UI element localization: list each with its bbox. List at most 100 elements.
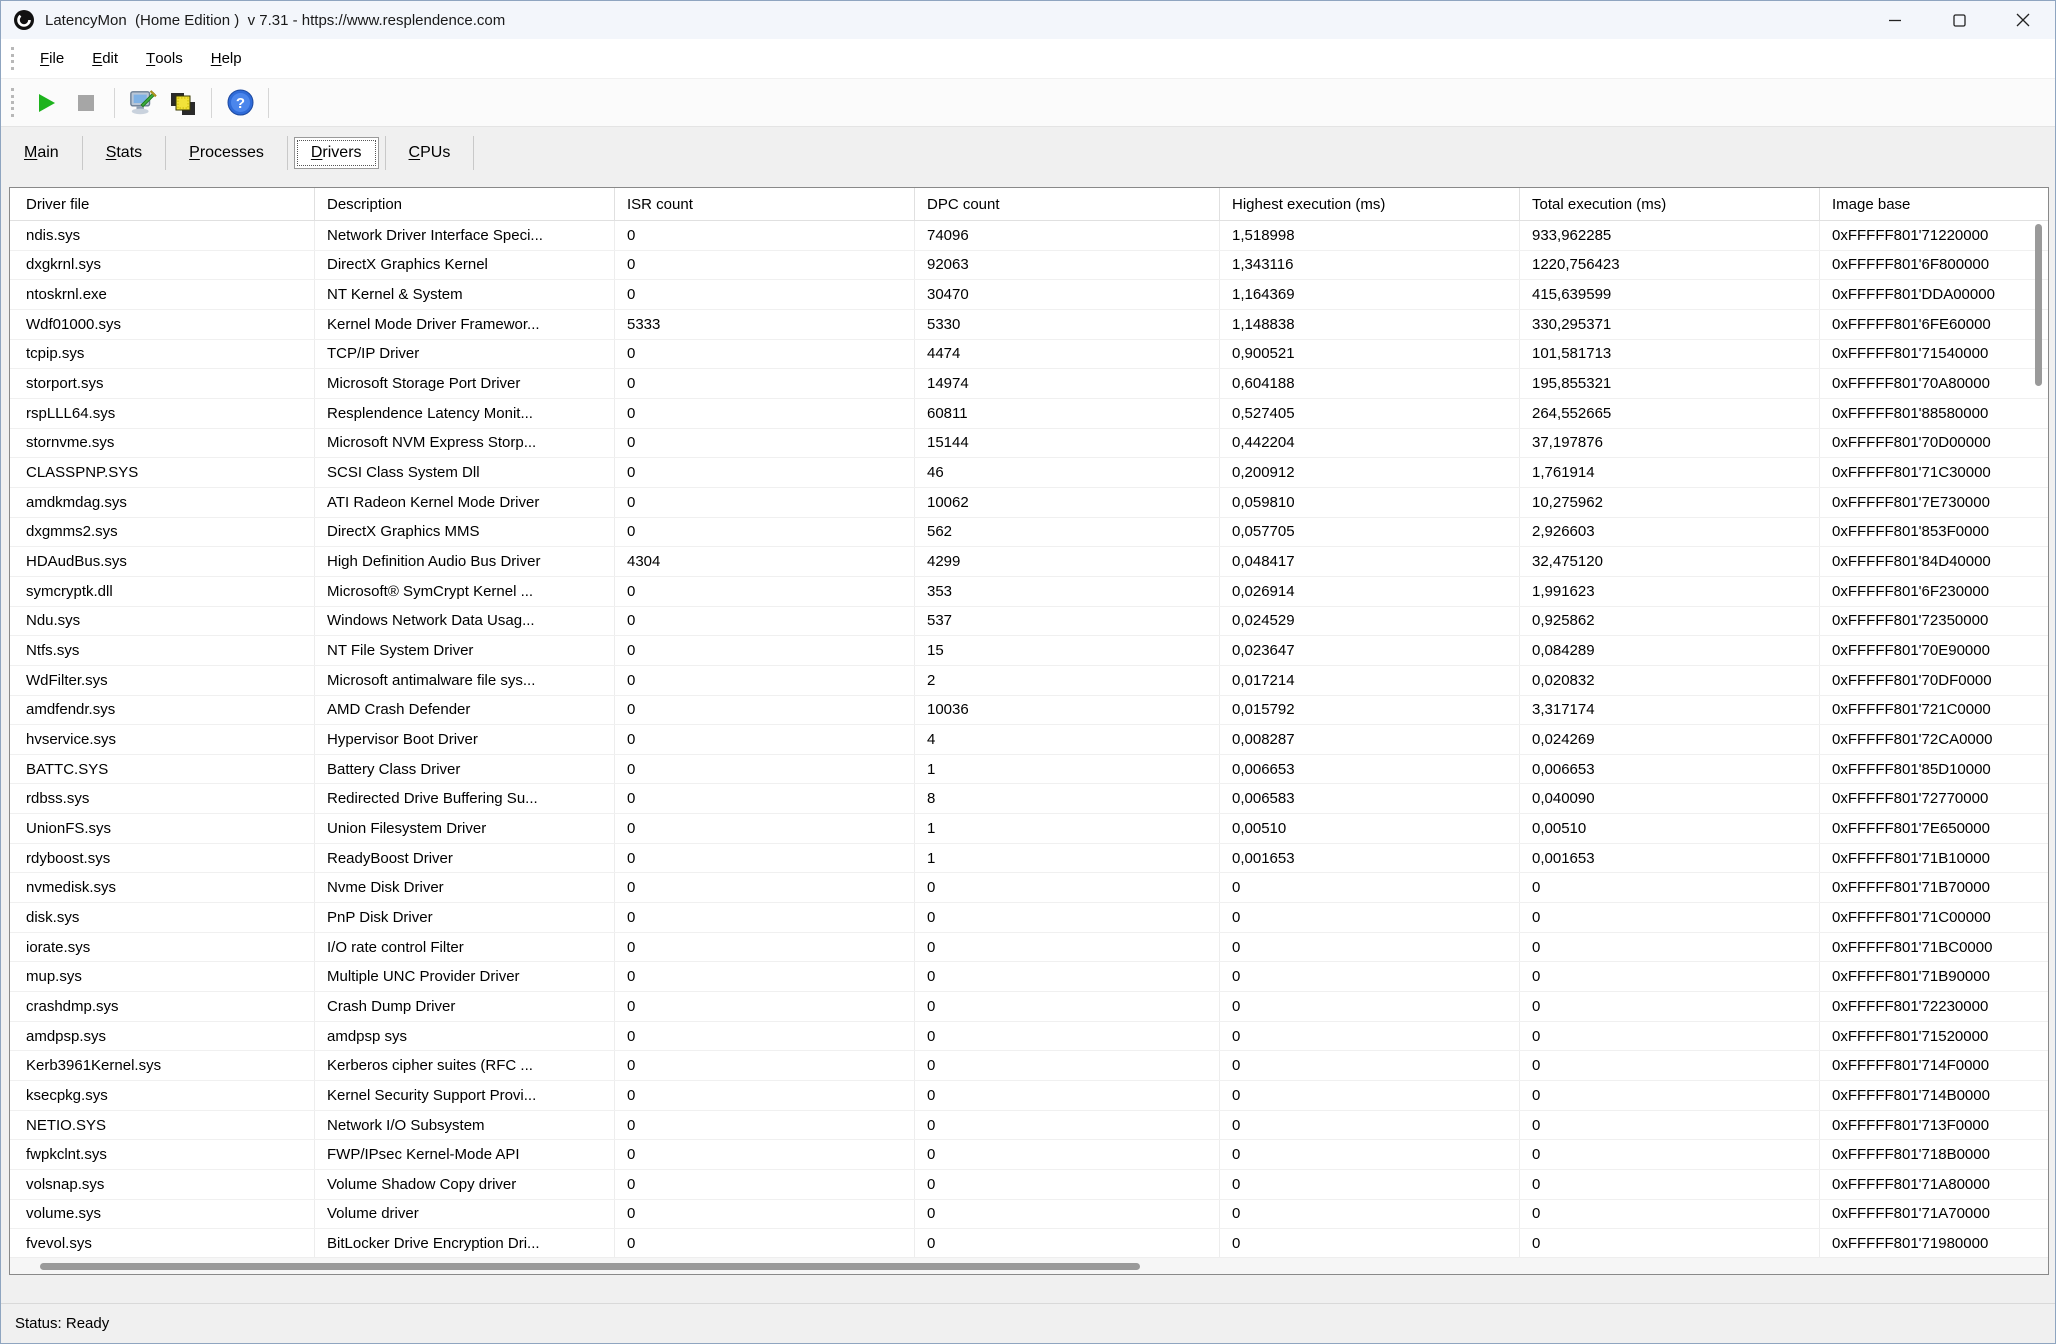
cell-total-execution: 0: [1520, 873, 1820, 902]
cell-total-execution: 2,926603: [1520, 518, 1820, 547]
table-row[interactable]: fvevol.sys BitLocker Drive Encryption Dr…: [10, 1229, 2048, 1257]
cell-image-base: 0xFFFFF801'71B10000: [1820, 844, 2048, 873]
cell-description: DirectX Graphics MMS: [315, 518, 615, 547]
cell-total-execution: 0,040090: [1520, 784, 1820, 813]
table-row[interactable]: nvmedisk.sys Nvme Disk Driver 0 0 0 0 0x…: [10, 873, 2048, 903]
vertical-scrollbar[interactable]: [2032, 224, 2046, 1254]
table-row[interactable]: Ndu.sys Windows Network Data Usag... 0 5…: [10, 607, 2048, 637]
column-header-total-execution[interactable]: Total execution (ms): [1520, 188, 1820, 220]
column-header-isr-count[interactable]: ISR count: [615, 188, 915, 220]
latencymon-window: LatencyMon (Home Edition ) v 7.31 - http…: [0, 0, 2056, 1344]
cell-description: Nvme Disk Driver: [315, 873, 615, 902]
cell-description: Battery Class Driver: [315, 755, 615, 784]
cell-highest-execution: 0,527405: [1220, 399, 1520, 428]
table-row[interactable]: BATTC.SYS Battery Class Driver 0 1 0,006…: [10, 755, 2048, 785]
menu-edit[interactable]: Edit: [78, 39, 132, 78]
cell-driver-file: fwpkclnt.sys: [10, 1140, 315, 1169]
cell-image-base: 0xFFFFF801'6FE60000: [1820, 310, 2048, 339]
cell-dpc-count: 92063: [915, 251, 1220, 280]
svg-text:?: ?: [235, 95, 244, 112]
table-row[interactable]: hvservice.sys Hypervisor Boot Driver 0 4…: [10, 725, 2048, 755]
table-row[interactable]: symcryptk.dll Microsoft® SymCrypt Kernel…: [10, 577, 2048, 607]
horizontal-scrollbar-thumb[interactable]: [40, 1263, 1140, 1270]
table-row[interactable]: Ntfs.sys NT File System Driver 0 15 0,02…: [10, 636, 2048, 666]
menubar-gripper[interactable]: [11, 47, 16, 70]
table-row[interactable]: storport.sys Microsoft Storage Port Driv…: [10, 369, 2048, 399]
table-row[interactable]: volsnap.sys Volume Shadow Copy driver 0 …: [10, 1170, 2048, 1200]
table-row[interactable]: crashdmp.sys Crash Dump Driver 0 0 0 0 0…: [10, 992, 2048, 1022]
copy-button[interactable]: [163, 83, 203, 123]
table-row[interactable]: amdkmdag.sys ATI Radeon Kernel Mode Driv…: [10, 488, 2048, 518]
menu-tools[interactable]: Tools: [132, 39, 197, 78]
minimize-button[interactable]: [1863, 1, 1927, 39]
cell-dpc-count: 0: [915, 873, 1220, 902]
cell-total-execution: 1220,756423: [1520, 251, 1820, 280]
cell-isr-count: 0: [615, 1229, 915, 1257]
table-row[interactable]: iorate.sys I/O rate control Filter 0 0 0…: [10, 933, 2048, 963]
vertical-scrollbar-thumb[interactable]: [2035, 224, 2042, 386]
table-row[interactable]: ntoskrnl.exe NT Kernel & System 0 30470 …: [10, 280, 2048, 310]
column-header-highest-execution[interactable]: Highest execution (ms): [1220, 188, 1520, 220]
cell-image-base: 0xFFFFF801'721C0000: [1820, 696, 2048, 725]
table-row[interactable]: CLASSPNP.SYS SCSI Class System Dll 0 46 …: [10, 458, 2048, 488]
cell-total-execution: 0,024269: [1520, 725, 1820, 754]
table-row[interactable]: amdfendr.sys AMD Crash Defender 0 10036 …: [10, 696, 2048, 726]
table-row[interactable]: Wdf01000.sys Kernel Mode Driver Framewor…: [10, 310, 2048, 340]
menu-file[interactable]: File: [26, 39, 78, 78]
table-row[interactable]: NETIO.SYS Network I/O Subsystem 0 0 0 0 …: [10, 1111, 2048, 1141]
column-header-description[interactable]: Description: [315, 188, 615, 220]
table-row[interactable]: disk.sys PnP Disk Driver 0 0 0 0 0xFFFFF…: [10, 903, 2048, 933]
table-row[interactable]: dxgmms2.sys DirectX Graphics MMS 0 562 0…: [10, 518, 2048, 548]
maximize-button[interactable]: [1927, 1, 1991, 39]
report-tool-button[interactable]: [123, 83, 163, 123]
tab-processes[interactable]: Processes: [172, 137, 281, 169]
close-button[interactable]: [1991, 1, 2055, 39]
cell-description: Microsoft NVM Express Storp...: [315, 429, 615, 458]
cell-description: amdpsp sys: [315, 1022, 615, 1051]
table-row[interactable]: ksecpkg.sys Kernel Security Support Prov…: [10, 1081, 2048, 1111]
cell-image-base: 0xFFFFF801'84D40000: [1820, 547, 2048, 576]
table-row[interactable]: rdyboost.sys ReadyBoost Driver 0 1 0,001…: [10, 844, 2048, 874]
table-row[interactable]: WdFilter.sys Microsoft antimalware file …: [10, 666, 2048, 696]
tab-stats[interactable]: Stats: [89, 137, 159, 169]
table-row[interactable]: UnionFS.sys Union Filesystem Driver 0 1 …: [10, 814, 2048, 844]
cell-total-execution: 0: [1520, 1140, 1820, 1169]
table-row[interactable]: fwpkclnt.sys FWP/IPsec Kernel-Mode API 0…: [10, 1140, 2048, 1170]
table-row[interactable]: volume.sys Volume driver 0 0 0 0 0xFFFFF…: [10, 1200, 2048, 1230]
table-row[interactable]: rspLLL64.sys Resplendence Latency Monit.…: [10, 399, 2048, 429]
table-row[interactable]: stornvme.sys Microsoft NVM Express Storp…: [10, 429, 2048, 459]
tab-cpus[interactable]: CPUs: [392, 137, 468, 169]
play-icon: [34, 91, 58, 115]
column-header-dpc-count[interactable]: DPC count: [915, 188, 1220, 220]
horizontal-scrollbar[interactable]: [10, 1257, 2048, 1274]
tab-separator: [473, 136, 474, 170]
help-button[interactable]: ?: [220, 83, 260, 123]
cell-description: I/O rate control Filter: [315, 933, 615, 962]
table-row[interactable]: ndis.sys Network Driver Interface Speci.…: [10, 221, 2048, 251]
menu-help[interactable]: Help: [197, 39, 256, 78]
toolbar-gripper[interactable]: [11, 88, 16, 116]
cell-description: Microsoft antimalware file sys...: [315, 666, 615, 695]
cell-highest-execution: 1,518998: [1220, 221, 1520, 250]
stop-monitor-button[interactable]: [66, 83, 106, 123]
menu-bar: File Edit Tools Help: [1, 39, 2055, 79]
table-row[interactable]: HDAudBus.sys High Definition Audio Bus D…: [10, 547, 2048, 577]
table-row[interactable]: Kerb3961Kernel.sys Kerberos cipher suite…: [10, 1051, 2048, 1081]
table-row[interactable]: mup.sys Multiple UNC Provider Driver 0 0…: [10, 962, 2048, 992]
cell-driver-file: symcryptk.dll: [10, 577, 315, 606]
table-row[interactable]: dxgkrnl.sys DirectX Graphics Kernel 0 92…: [10, 251, 2048, 281]
cell-dpc-count: 0: [915, 1200, 1220, 1229]
table-row[interactable]: rdbss.sys Redirected Drive Buffering Su.…: [10, 784, 2048, 814]
tab-main[interactable]: Main: [7, 137, 76, 169]
table-row[interactable]: amdpsp.sys amdpsp sys 0 0 0 0 0xFFFFF801…: [10, 1022, 2048, 1052]
column-header-image-base[interactable]: Image base: [1820, 188, 2048, 220]
cell-highest-execution: 0,900521: [1220, 340, 1520, 369]
table-row[interactable]: tcpip.sys TCP/IP Driver 0 4474 0,900521 …: [10, 340, 2048, 370]
tab-separator: [82, 136, 83, 170]
cell-isr-count: 0: [615, 1170, 915, 1199]
cell-image-base: 0xFFFFF801'88580000: [1820, 399, 2048, 428]
column-header-driver-file[interactable]: Driver file: [10, 188, 315, 220]
start-monitor-button[interactable]: [26, 83, 66, 123]
cell-isr-count: 0: [615, 725, 915, 754]
tab-drivers[interactable]: Drivers: [294, 137, 379, 169]
